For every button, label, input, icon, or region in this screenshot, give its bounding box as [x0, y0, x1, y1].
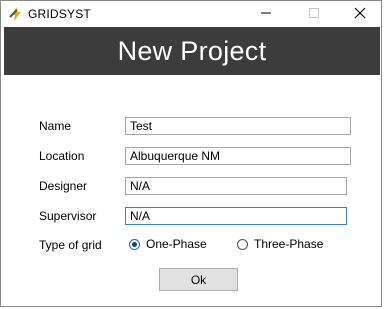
ok-button-label: Ok	[190, 272, 207, 287]
one-phase-radio[interactable]	[129, 238, 140, 250]
ok-button[interactable]: Ok	[159, 268, 238, 291]
close-icon	[354, 7, 366, 22]
three-phase-radio[interactable]	[237, 238, 248, 250]
title-bar[interactable]: GRIDSYST	[1, 1, 381, 27]
app-title: GRIDSYST	[28, 7, 91, 21]
page-title-banner: New Project	[4, 27, 380, 75]
supervisor-field[interactable]	[125, 207, 347, 225]
name-field[interactable]	[125, 117, 351, 135]
maximize-button[interactable]	[291, 1, 337, 27]
new-project-window: GRIDSYST New Project Name Location Desig…	[0, 0, 382, 307]
location-field[interactable]	[125, 147, 351, 165]
one-phase-label: One-Phase	[146, 237, 207, 251]
designer-field[interactable]	[125, 177, 347, 195]
lightning-bolt-icon	[8, 6, 24, 22]
page-title: New Project	[117, 35, 267, 66]
maximize-icon	[308, 7, 320, 22]
three-phase-label: Three-Phase	[254, 237, 324, 251]
minimize-button[interactable]	[243, 1, 289, 27]
close-button[interactable]	[337, 1, 383, 27]
grid-type-label: Type of grid	[39, 238, 102, 252]
one-phase-option[interactable]: One-Phase	[129, 237, 207, 251]
three-phase-option[interactable]: Three-Phase	[237, 237, 323, 251]
designer-label: Designer	[39, 179, 88, 193]
location-label: Location	[39, 149, 85, 163]
supervisor-label: Supervisor	[39, 209, 97, 223]
minimize-icon	[260, 7, 272, 22]
name-label: Name	[39, 119, 72, 133]
